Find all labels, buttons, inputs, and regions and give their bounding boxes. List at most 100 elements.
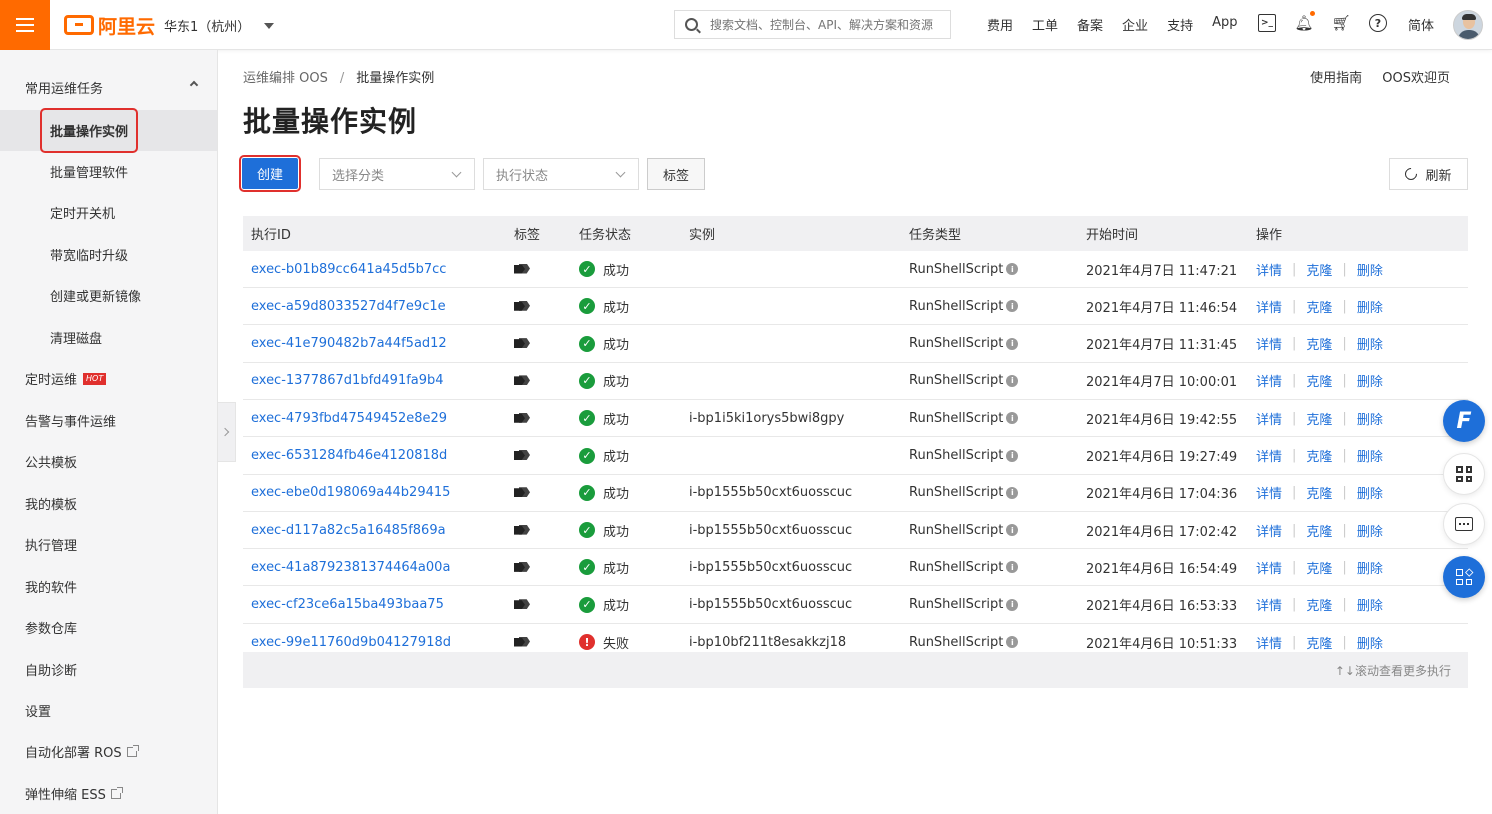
delete-link[interactable]: 删除	[1357, 595, 1383, 614]
clone-link[interactable]: 克隆	[1306, 633, 1332, 652]
clone-link[interactable]: 克隆	[1306, 446, 1332, 465]
execution-id-link[interactable]: exec-1377867d1bfd491fa9b4	[251, 363, 444, 399]
sidebar-group-common-tasks[interactable]: 常用运维任务	[25, 78, 200, 97]
sidebar-item-batch-instance[interactable]: 批量操作实例	[0, 108, 217, 153]
info-icon[interactable]: i	[1006, 561, 1019, 574]
detail-link[interactable]: 详情	[1256, 446, 1282, 465]
detail-link[interactable]: 详情	[1256, 633, 1282, 652]
category-select[interactable]: 选择分类	[319, 158, 475, 190]
delete-link[interactable]: 删除	[1357, 334, 1383, 353]
delete-link[interactable]: 删除	[1357, 483, 1383, 502]
detail-link[interactable]: 详情	[1256, 371, 1282, 390]
execution-id-link[interactable]: exec-d117a82c5a16485f869a	[251, 512, 446, 548]
terminal-icon[interactable]: >_	[1258, 14, 1276, 32]
execution-id-link[interactable]: exec-99e11760d9b04127918d	[251, 624, 451, 652]
feedback-fab[interactable]	[1443, 503, 1485, 545]
sidebar-item-ess[interactable]: 弹性伸缩 ESS	[0, 773, 217, 814]
execution-id-link[interactable]: exec-b01b89cc641a45d5b7cc	[251, 251, 446, 287]
assistant-fab[interactable]: F	[1443, 400, 1485, 442]
clone-link[interactable]: 克隆	[1306, 521, 1332, 540]
clone-link[interactable]: 克隆	[1306, 371, 1332, 390]
tag-cell[interactable]	[514, 512, 530, 548]
sidebar-item-batch-software[interactable]: 批量管理软件	[0, 151, 217, 192]
info-icon[interactable]: i	[1006, 524, 1019, 537]
info-icon[interactable]: i	[1006, 449, 1019, 462]
clone-link[interactable]: 克隆	[1306, 558, 1332, 577]
sidebar-item-self-diagnosis[interactable]: 自助诊断	[0, 649, 217, 690]
apps-fab[interactable]	[1443, 556, 1485, 598]
avatar[interactable]	[1453, 10, 1483, 40]
info-icon[interactable]: i	[1006, 337, 1019, 350]
clone-link[interactable]: 克隆	[1306, 260, 1332, 279]
search-input[interactable]	[710, 17, 945, 32]
delete-link[interactable]: 删除	[1357, 371, 1383, 390]
detail-link[interactable]: 详情	[1256, 558, 1282, 577]
tag-cell[interactable]	[514, 587, 530, 623]
delete-link[interactable]: 删除	[1357, 409, 1383, 428]
qr-code-fab[interactable]	[1443, 453, 1485, 495]
sidebar-item-bandwidth-upgrade[interactable]: 带宽临时升级	[0, 234, 217, 275]
clone-link[interactable]: 克隆	[1306, 595, 1332, 614]
execution-id-link[interactable]: exec-4793fbd47549452e8e29	[251, 400, 447, 436]
execution-id-link[interactable]: exec-ebe0d198069a44b29415	[251, 475, 450, 511]
delete-link[interactable]: 删除	[1357, 558, 1383, 577]
create-button[interactable]: 创建	[239, 155, 301, 192]
info-icon[interactable]: i	[1006, 374, 1019, 387]
table-body[interactable]: exec-b01b89cc641a45d5b7cc ✓ 成功 RunShellScri…	[243, 251, 1468, 652]
tag-cell[interactable]	[514, 624, 530, 652]
info-icon[interactable]: i	[1006, 263, 1019, 275]
bell-icon[interactable]: 🔔︎	[1294, 11, 1315, 32]
tag-cell[interactable]	[514, 549, 530, 585]
delete-link[interactable]: 删除	[1357, 446, 1383, 465]
region-selector[interactable]: 华东1（杭州）	[164, 16, 275, 35]
execution-id-link[interactable]: exec-41e790482b7a44f5ad12	[251, 326, 447, 362]
execution-id-link[interactable]: exec-cf23ce6a15ba493baa75	[251, 587, 444, 623]
sidebar-item-image-update[interactable]: 创建或更新镜像	[0, 275, 217, 316]
tag-filter-button[interactable]: 标签	[647, 158, 705, 190]
language-switch[interactable]: 简体	[1408, 15, 1434, 34]
top-link-icp[interactable]: 备案	[1077, 15, 1103, 34]
top-link-fees[interactable]: 费用	[987, 15, 1013, 34]
delete-link[interactable]: 删除	[1357, 297, 1383, 316]
tag-cell[interactable]	[514, 251, 530, 287]
status-select[interactable]: 执行状态	[483, 158, 639, 190]
sidebar-item-scheduled-ops[interactable]: 定时运维 HOT	[0, 358, 217, 399]
info-icon[interactable]: i	[1006, 486, 1019, 499]
info-icon[interactable]: i	[1006, 598, 1019, 611]
top-link-support[interactable]: 支持	[1167, 15, 1193, 34]
tag-cell[interactable]	[514, 288, 530, 324]
menu-button[interactable]	[0, 0, 50, 50]
detail-link[interactable]: 详情	[1256, 483, 1282, 502]
tag-cell[interactable]	[514, 400, 530, 436]
sidebar-item-settings[interactable]: 设置	[0, 690, 217, 731]
sidebar-collapse-toggle[interactable]	[218, 402, 236, 462]
detail-link[interactable]: 详情	[1256, 521, 1282, 540]
detail-link[interactable]: 详情	[1256, 297, 1282, 316]
clone-link[interactable]: 克隆	[1306, 334, 1332, 353]
cart-icon[interactable]: 🛒︎	[1331, 14, 1350, 32]
sidebar-item-my-software[interactable]: 我的软件	[0, 566, 217, 607]
help-icon[interactable]: ?	[1369, 14, 1387, 32]
execution-id-link[interactable]: exec-6531284fb46e4120818d	[251, 438, 447, 474]
sidebar-item-parameter-store[interactable]: 参数仓库	[0, 607, 217, 648]
oos-welcome-link[interactable]: OOS欢迎页	[1382, 71, 1450, 86]
clone-link[interactable]: 克隆	[1306, 297, 1332, 316]
info-icon[interactable]: i	[1006, 412, 1019, 425]
sidebar-item-disk-cleanup[interactable]: 清理磁盘	[0, 317, 217, 358]
top-link-enterprise[interactable]: 企业	[1122, 15, 1148, 34]
info-icon[interactable]: i	[1006, 636, 1019, 648]
delete-link[interactable]: 删除	[1357, 521, 1383, 540]
tag-cell[interactable]	[514, 438, 530, 474]
sidebar-item-alarm-events[interactable]: 告警与事件运维	[0, 400, 217, 441]
clone-link[interactable]: 克隆	[1306, 483, 1332, 502]
top-link-tickets[interactable]: 工单	[1032, 15, 1058, 34]
info-icon[interactable]: i	[1006, 300, 1019, 313]
tag-cell[interactable]	[514, 326, 530, 362]
clone-link[interactable]: 克隆	[1306, 409, 1332, 428]
breadcrumb-parent[interactable]: 运维编排 OOS	[243, 71, 328, 86]
user-guide-link[interactable]: 使用指南	[1310, 71, 1362, 86]
delete-link[interactable]: 删除	[1357, 633, 1383, 652]
sidebar-item-scheduled-power[interactable]: 定时开关机	[0, 192, 217, 233]
sidebar-item-public-templates[interactable]: 公共模板	[0, 441, 217, 482]
detail-link[interactable]: 详情	[1256, 409, 1282, 428]
